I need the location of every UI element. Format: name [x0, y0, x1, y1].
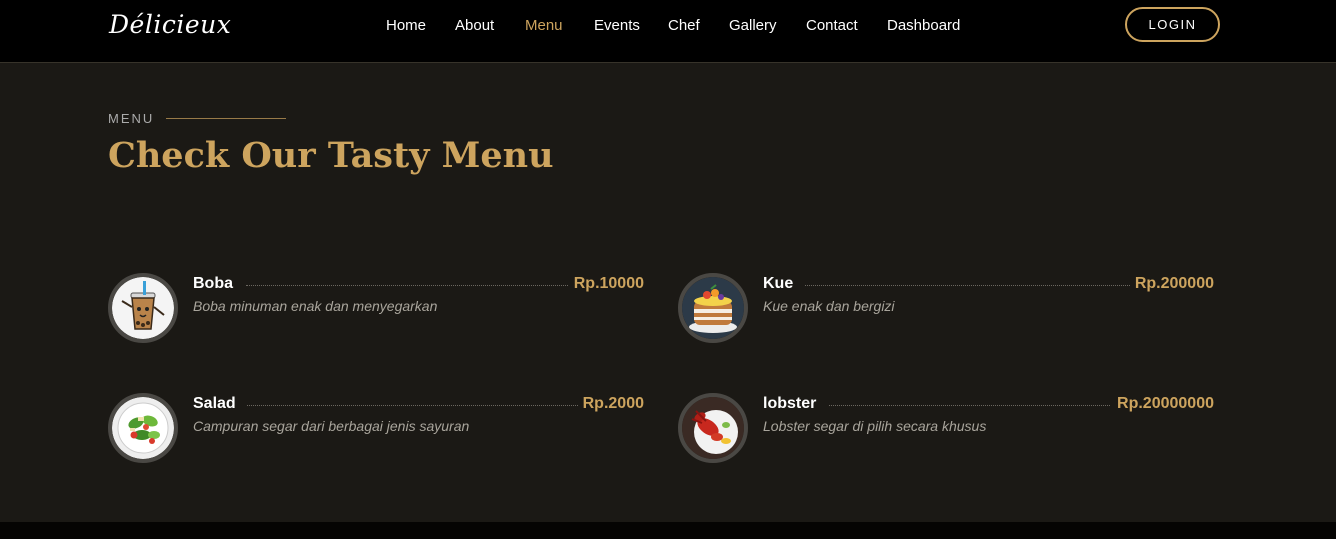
- menu-item: Boba Rp.10000 Boba minuman enak dan meny…: [108, 273, 648, 345]
- menu-item: Kue Rp.200000 Kue enak dan bergizi: [678, 273, 1218, 345]
- menu-section: MENU Check Our Tasty Menu Boba Rp.10000 …: [0, 63, 1336, 522]
- menu-item-price: Rp.2000: [582, 395, 644, 412]
- menu-item-description: Boba minuman enak dan menyegarkan: [193, 298, 438, 314]
- nav-dashboard[interactable]: Dashboard: [887, 17, 960, 34]
- menu-item-name: Boba: [193, 275, 233, 292]
- nav-gallery[interactable]: Gallery: [729, 17, 777, 34]
- nav-contact[interactable]: Contact: [806, 17, 858, 34]
- menu-item-description: Campuran segar dari berbagai jenis sayur…: [193, 418, 470, 434]
- menu-item-description: Lobster segar di pilih secara khusus: [763, 418, 987, 434]
- nav-home[interactable]: Home: [386, 17, 426, 34]
- login-button[interactable]: LOGIN: [1125, 7, 1220, 42]
- next-section-edge: [0, 522, 1336, 539]
- section-kicker-label: MENU: [108, 111, 155, 126]
- nav-chef[interactable]: Chef: [668, 17, 700, 34]
- dotted-leader: [247, 405, 578, 406]
- navbar: Délicieux Home About Menu Events Chef Ga…: [0, 0, 1336, 63]
- menu-item-price: Rp.20000000: [1117, 395, 1214, 412]
- menu-item-name: Kue: [763, 275, 794, 292]
- cake-icon: [678, 273, 748, 343]
- nav-about[interactable]: About: [455, 17, 494, 34]
- nav-menu[interactable]: Menu: [525, 17, 563, 34]
- menu-item-name: lobster: [763, 395, 817, 412]
- page: Délicieux Home About Menu Events Chef Ga…: [0, 0, 1336, 539]
- menu-item-price: Rp.10000: [573, 275, 644, 292]
- kicker-divider: [166, 118, 287, 119]
- section-title: Check Our Tasty Menu: [108, 135, 554, 176]
- menu-item-price: Rp.200000: [1134, 275, 1214, 292]
- menu-item: Salad Rp.2000 Campuran segar dari berbag…: [108, 393, 648, 465]
- nav-events[interactable]: Events: [594, 17, 640, 34]
- lobster-icon: [678, 393, 748, 463]
- dotted-leader: [805, 285, 1130, 286]
- menu-item: lobster Rp.20000000 Lobster segar di pil…: [678, 393, 1218, 465]
- menu-item-name: Salad: [193, 395, 236, 412]
- boba-drink-icon: [108, 273, 178, 343]
- dotted-leader: [246, 285, 568, 286]
- salad-icon: [108, 393, 178, 463]
- section-kicker: MENU: [108, 111, 287, 126]
- menu-item-description: Kue enak dan bergizi: [763, 298, 895, 314]
- dotted-leader: [829, 405, 1110, 406]
